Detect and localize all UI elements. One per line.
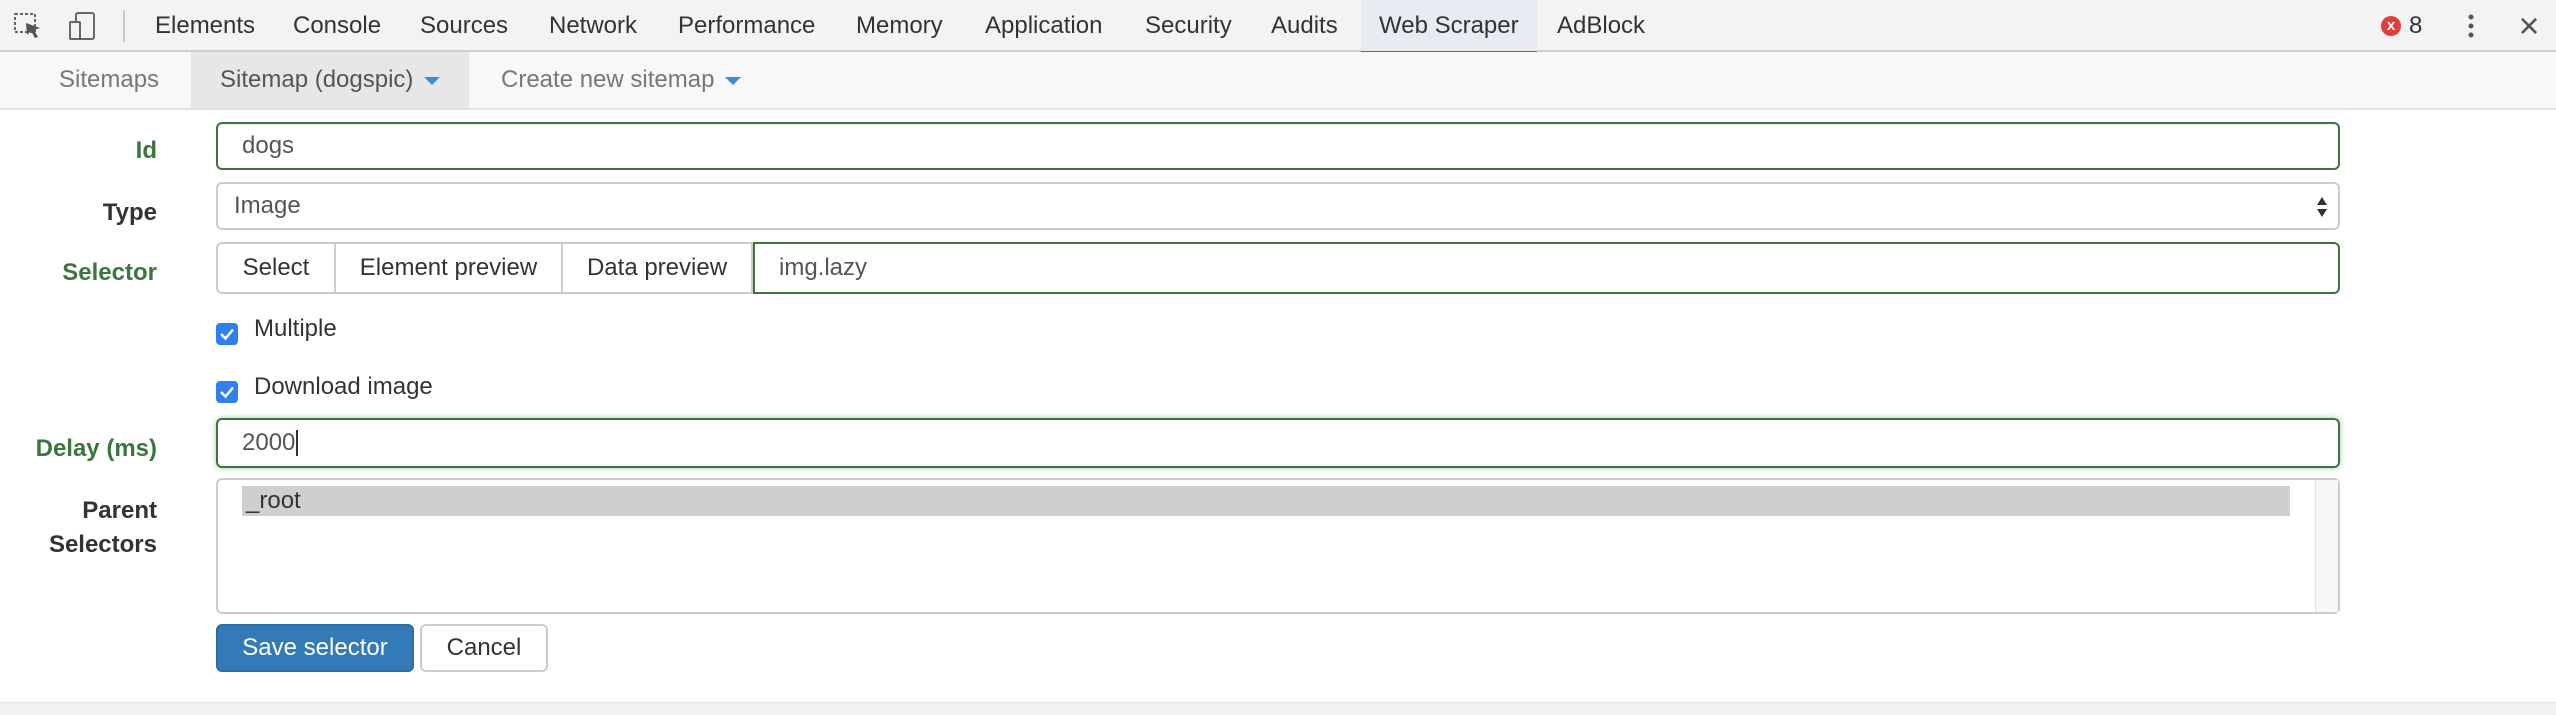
id-input[interactable]: dogs — [216, 122, 2340, 170]
checkmark-icon — [220, 328, 234, 341]
device-toolbar-icon[interactable] — [66, 10, 100, 42]
caret-down-icon — [725, 76, 742, 85]
multiple-checkbox[interactable] — [216, 323, 238, 345]
tab-performance[interactable]: Performance — [660, 0, 833, 52]
text-cursor — [296, 430, 299, 456]
tab-security[interactable]: Security — [1127, 0, 1250, 52]
download-image-checkbox[interactable] — [216, 381, 238, 403]
parent-selectors-label: Parent Selectors — [49, 494, 157, 562]
scraper-nav: Sitemaps Sitemap (dogspic) Create new si… — [0, 52, 2556, 110]
download-image-label: Download image — [254, 373, 433, 400]
id-label: Id — [135, 137, 157, 164]
data-preview-button[interactable]: Data preview — [561, 242, 753, 294]
selector-label: Selector — [62, 259, 157, 286]
id-value: dogs — [242, 132, 295, 159]
selector-value: img.lazy — [779, 254, 868, 281]
caret-down-icon — [424, 76, 441, 85]
toolbar-separator — [123, 10, 125, 42]
select-arrows-icon — [2317, 197, 2327, 217]
nav-current-sitemap[interactable]: Sitemap (dogspic) — [191, 52, 470, 108]
tab-adblock[interactable]: AdBlock — [1539, 0, 1663, 52]
inspect-element-icon[interactable] — [12, 10, 46, 42]
tab-memory[interactable]: Memory — [838, 0, 961, 52]
tab-network[interactable]: Network — [531, 0, 655, 52]
type-value: Image — [234, 192, 301, 219]
list-scrollbar[interactable] — [2315, 480, 2338, 612]
bottom-edge — [0, 702, 2556, 715]
tab-elements[interactable]: Elements — [137, 0, 273, 52]
multiple-checkbox-row[interactable]: Multiple — [216, 315, 337, 348]
multiple-label: Multiple — [254, 315, 337, 342]
parent-option-root[interactable]: _root — [242, 486, 2290, 516]
type-select[interactable]: Image — [216, 182, 2340, 230]
delay-value: 2000 — [242, 429, 296, 456]
tab-console[interactable]: Console — [275, 0, 399, 52]
delay-input[interactable]: 2000 — [216, 418, 2340, 468]
error-counter[interactable]: x 8 — [2381, 12, 2423, 39]
error-icon: x — [2381, 16, 2401, 36]
save-selector-button[interactable]: Save selector — [216, 624, 414, 672]
element-preview-button[interactable]: Element preview — [334, 242, 563, 294]
nav-current-sitemap-label: Sitemap (dogspic) — [220, 66, 414, 93]
error-count: 8 — [2409, 12, 2423, 39]
cancel-button[interactable]: Cancel — [420, 624, 548, 672]
nav-sitemaps[interactable]: Sitemaps — [30, 52, 188, 108]
devtools-toolbar: Elements Console Sources Network Perform… — [0, 0, 2556, 54]
selector-input[interactable]: img.lazy — [753, 242, 2340, 294]
tab-application[interactable]: Application — [967, 0, 1120, 52]
tab-audits[interactable]: Audits — [1253, 0, 1356, 52]
nav-create-sitemap-label: Create new sitemap — [501, 66, 715, 93]
parent-selectors-list[interactable]: _root — [216, 478, 2340, 614]
more-options-icon[interactable] — [2461, 12, 2481, 40]
select-button[interactable]: Select — [216, 242, 336, 294]
nav-create-sitemap[interactable]: Create new sitemap — [472, 52, 770, 108]
download-checkbox-row[interactable]: Download image — [216, 373, 433, 406]
type-label: Type — [102, 199, 157, 226]
tab-sources[interactable]: Sources — [402, 0, 526, 52]
close-devtools-icon[interactable]: × — [2514, 8, 2544, 44]
parent-label-line2: Selectors — [48, 531, 157, 558]
parent-label-line1: Parent — [82, 497, 157, 524]
checkmark-icon — [220, 386, 234, 399]
selector-button-group: Select Element preview Data preview — [216, 242, 753, 294]
tab-web-scraper[interactable]: Web Scraper — [1361, 0, 1537, 54]
delay-label: Delay (ms) — [35, 435, 157, 462]
